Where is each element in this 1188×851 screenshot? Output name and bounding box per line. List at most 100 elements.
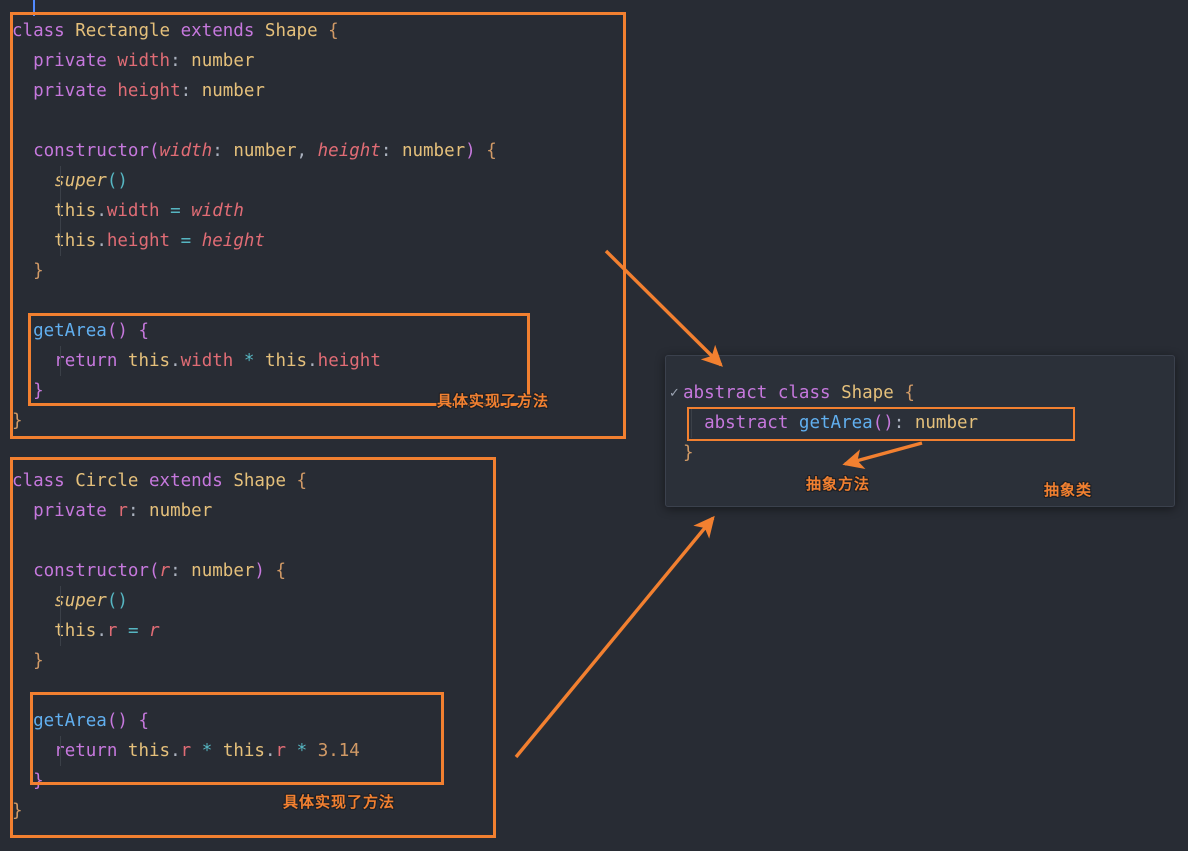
code-token: getArea bbox=[33, 321, 107, 341]
code-token: { bbox=[486, 141, 497, 161]
code-token: : bbox=[170, 561, 181, 581]
code-token: Shape bbox=[233, 471, 286, 491]
annotation-label-circle-impl: 具体实现了方法 bbox=[283, 793, 396, 811]
code-block-rectangle-class[interactable]: class Rectangle extends Shape { private … bbox=[12, 16, 497, 436]
screenshot-root: class Rectangle extends Shape { private … bbox=[0, 0, 1188, 851]
code-token: } bbox=[33, 261, 44, 281]
annotation-label-abstract-class: 抽象类 bbox=[1044, 481, 1093, 499]
code-token: () bbox=[106, 711, 128, 731]
code-token: . bbox=[170, 741, 181, 761]
code-token: { bbox=[275, 561, 287, 581]
code-token: private bbox=[33, 81, 107, 101]
code-token: width bbox=[180, 351, 234, 371]
code-line: super() bbox=[12, 166, 497, 196]
code-token: width bbox=[106, 201, 160, 221]
code-token: } bbox=[33, 651, 44, 671]
code-line: } bbox=[12, 406, 497, 436]
code-line: private width: number bbox=[12, 46, 497, 76]
code-token: Rectangle bbox=[75, 21, 171, 41]
code-token: width bbox=[159, 141, 213, 161]
code-token: number bbox=[149, 501, 213, 521]
code-token: number bbox=[401, 141, 466, 161]
code-token: height bbox=[117, 81, 181, 101]
code-token: { bbox=[296, 471, 308, 491]
code-line: } bbox=[12, 256, 497, 286]
code-token: ) bbox=[465, 141, 476, 161]
code-token: () bbox=[106, 171, 128, 191]
code-token: super bbox=[54, 591, 107, 611]
indent-guide bbox=[691, 408, 692, 438]
code-token: : bbox=[893, 413, 905, 433]
code-token: private bbox=[33, 501, 107, 521]
code-token: } bbox=[33, 381, 44, 401]
code-token: height bbox=[106, 231, 171, 251]
peek-definition-panel[interactable]: ✓ abstract class Shape { abstract getAre… bbox=[665, 355, 1175, 507]
annotation-label-abstract-method: 抽象方法 bbox=[806, 475, 871, 493]
code-block-shape-class[interactable]: abstract class Shape { abstract getArea(… bbox=[683, 378, 978, 468]
code-token: width bbox=[117, 51, 171, 71]
code-token: number bbox=[201, 81, 265, 101]
code-token: } bbox=[683, 443, 694, 463]
code-token: . bbox=[96, 621, 107, 641]
code-token: . bbox=[170, 351, 181, 371]
code-token: number bbox=[191, 51, 255, 71]
code-token: width bbox=[191, 201, 244, 221]
code-token: { bbox=[138, 711, 150, 731]
code-token: r bbox=[106, 621, 118, 641]
fold-checkmark-icon[interactable]: ✓ bbox=[669, 386, 680, 401]
code-line: abstract class Shape { bbox=[683, 378, 978, 408]
code-token: super bbox=[54, 171, 107, 191]
code-line: this.width = width bbox=[12, 196, 497, 226]
code-line: private r: number bbox=[12, 496, 360, 526]
code-line: constructor(r: number) { bbox=[12, 556, 360, 586]
indent-guide bbox=[60, 346, 61, 376]
code-token: r bbox=[275, 741, 287, 761]
code-token: * bbox=[201, 741, 213, 761]
code-line: return this.r * this.r * 3.14 bbox=[12, 736, 360, 766]
code-token: . bbox=[96, 231, 107, 251]
code-token: , bbox=[296, 141, 308, 161]
code-line: return this.width * this.height bbox=[12, 346, 497, 376]
code-token: { bbox=[328, 21, 339, 41]
code-line: private height: number bbox=[12, 76, 497, 106]
code-block-circle-class[interactable]: class Circle extends Shape { private r: … bbox=[12, 466, 360, 826]
code-token: { bbox=[138, 321, 150, 341]
code-token: = bbox=[170, 201, 181, 221]
code-line: constructor(width: number, height: numbe… bbox=[12, 136, 497, 166]
code-token: : bbox=[212, 141, 223, 161]
annotation-label-rectangle-impl: 具体实现了方法 bbox=[437, 392, 550, 410]
